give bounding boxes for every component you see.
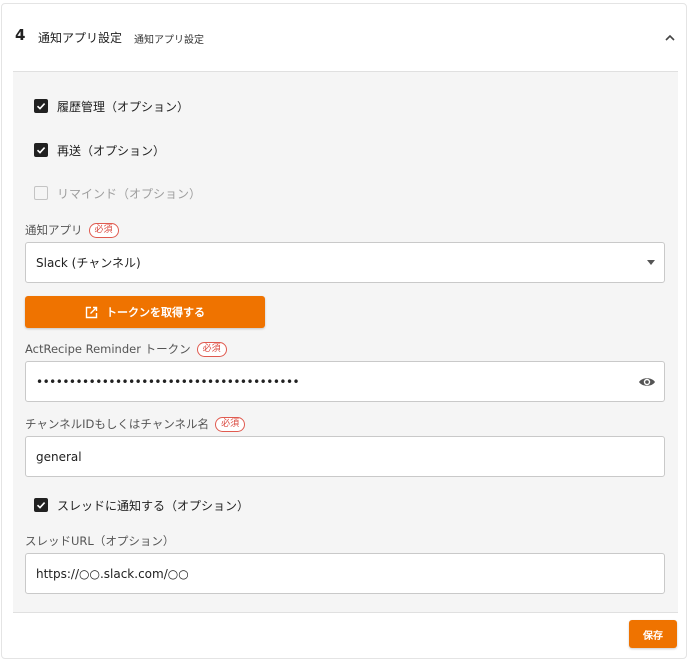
history-label: 履歴管理（オプション）	[57, 99, 190, 114]
thread-checkbox[interactable]	[34, 498, 48, 512]
required-badge: 必須	[88, 222, 119, 238]
step-header[interactable]: 4 通知アプリ設定 通知アプリ設定	[15, 26, 679, 50]
history-checkbox[interactable]	[34, 99, 48, 113]
notify-app-select[interactable]: Slack (チャンネル)	[25, 242, 665, 283]
thread-option[interactable]: スレッドに通知する（オプション）	[34, 495, 249, 515]
thread-url-input[interactable]: https://○○.slack.com/○○	[25, 553, 665, 594]
token-label-text: ActRecipe Reminder トークン	[25, 342, 191, 356]
token-label: ActRecipe Reminder トークン 必須	[25, 341, 227, 357]
check-icon	[36, 147, 46, 154]
get-token-label: トークンを取得する	[106, 306, 205, 319]
required-badge: 必須	[196, 341, 227, 357]
remind-option: リマインド（オプション）	[34, 183, 201, 203]
channel-value: general	[36, 449, 82, 464]
resend-option[interactable]: 再送（オプション）	[34, 140, 165, 160]
history-option[interactable]: 履歴管理（オプション）	[34, 96, 189, 116]
check-icon	[36, 502, 46, 509]
resend-checkbox[interactable]	[34, 143, 48, 157]
step-title: 通知アプリ設定	[38, 31, 123, 45]
channel-label-text: チャンネルIDもしくはチャンネル名	[25, 417, 210, 431]
check-icon	[36, 103, 46, 110]
notify-app-value: Slack (チャンネル)	[36, 256, 141, 270]
channel-input[interactable]: general	[25, 436, 665, 477]
channel-label: チャンネルIDもしくはチャンネル名 必須	[25, 416, 246, 432]
notify-app-label: 通知アプリ 必須	[25, 222, 119, 238]
settings-panel: 履歴管理（オプション） 再送（オプション） リマインド（オプション） 通知アプリ…	[13, 71, 678, 613]
external-link-icon	[85, 306, 98, 318]
thread-url-label-text: スレッドURL（オプション）	[25, 534, 175, 548]
save-label: 保存	[643, 630, 663, 642]
required-badge: 必須	[215, 416, 246, 432]
remind-checkbox	[34, 186, 48, 200]
get-token-button[interactable]: トークンを取得する	[25, 296, 265, 328]
eye-icon[interactable]	[638, 374, 656, 390]
save-button[interactable]: 保存	[629, 620, 677, 648]
resend-label: 再送（オプション）	[57, 143, 166, 158]
step-subtitle: 通知アプリ設定	[134, 35, 204, 46]
dropdown-arrow-icon	[647, 260, 655, 265]
step-number: 4	[15, 26, 26, 44]
thread-label: スレッドに通知する（オプション）	[57, 498, 250, 513]
chevron-up-icon[interactable]	[663, 31, 677, 45]
token-input[interactable]: ••••••••••••••••••••••••••••••••••••••••	[25, 361, 665, 402]
thread-url-value: https://○○.slack.com/○○	[36, 566, 189, 581]
token-value: ••••••••••••••••••••••••••••••••••••••••	[36, 374, 300, 389]
notify-app-label-text: 通知アプリ	[25, 223, 83, 237]
thread-url-label: スレッドURL（オプション）	[25, 533, 174, 549]
remind-label: リマインド（オプション）	[57, 186, 202, 201]
